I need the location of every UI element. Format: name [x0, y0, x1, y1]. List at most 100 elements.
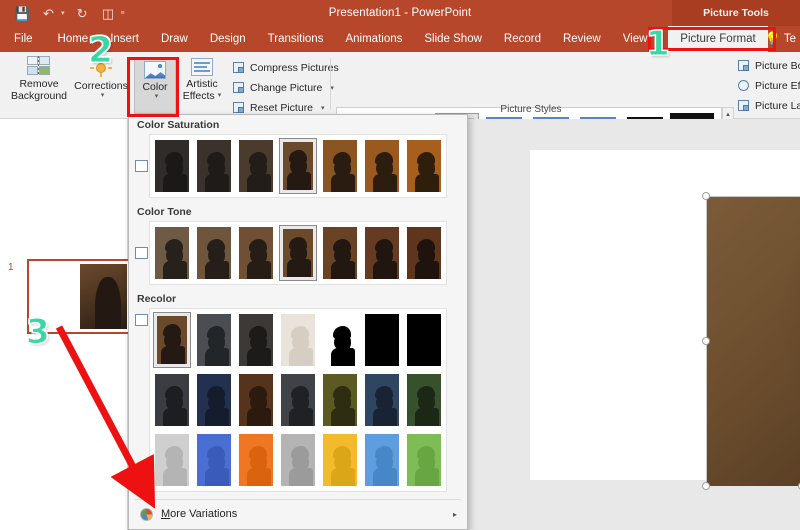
color-saturation-swatch[interactable] — [279, 138, 317, 194]
color-tone-swatch[interactable] — [363, 225, 401, 281]
color-saturation-rail — [133, 157, 149, 175]
customize-qat-caret-icon[interactable]: ≡ — [121, 10, 125, 17]
recolor-swatch-dark-gray-accent[interactable] — [153, 372, 191, 428]
color-tone-swatch[interactable] — [279, 225, 317, 281]
recolor-swatch-black-and-white[interactable] — [321, 312, 359, 368]
remove-background-icon — [27, 56, 51, 76]
menu-divider — [135, 499, 461, 500]
color-saturation-swatch[interactable] — [363, 138, 401, 194]
recolor-swatch-black-1[interactable] — [363, 312, 401, 368]
color-tone-swatch[interactable] — [405, 225, 443, 281]
recolor-rail — [133, 311, 149, 329]
selection-handle-bottom-left[interactable] — [702, 482, 710, 490]
tab-file[interactable]: File — [0, 26, 47, 52]
recolor-rail-icon — [134, 314, 148, 326]
recolor-strip — [129, 308, 467, 496]
recolor-swatch-grayscale[interactable] — [195, 312, 233, 368]
selection-handle-middle-left[interactable] — [702, 337, 710, 345]
color-saturation-swatch[interactable] — [237, 138, 275, 194]
artistic-effects-button[interactable]: Artistic Effects ▾ — [176, 58, 228, 102]
compress-pictures-label: Compress Pictures — [250, 61, 339, 74]
palette-icon — [135, 506, 157, 522]
recolor-swatch-dark-orange-accent[interactable] — [237, 372, 275, 428]
recolor-swatch-light-gray-accent[interactable] — [153, 432, 191, 488]
color-tone-swatch[interactable] — [195, 225, 233, 281]
picture-border-icon — [737, 59, 750, 72]
title-bar: Presentation1 - PowerPoint Picture Tools… — [0, 0, 800, 26]
reset-picture-caret-icon[interactable]: ▾ — [321, 104, 325, 112]
recolor-swatches — [149, 308, 447, 492]
picture-layout-label: Picture Lay — [755, 99, 800, 112]
menu-item-more-variations[interactable]: More Variations ▸ — [129, 503, 467, 525]
tab-review[interactable]: Review — [552, 26, 612, 52]
contextual-tools-label: Picture Tools — [672, 0, 800, 26]
recolor-title: Recolor — [137, 293, 177, 305]
recolor-swatch-black-2[interactable] — [405, 312, 443, 368]
recolor-swatch-light-blue-accent[interactable] — [195, 432, 233, 488]
recolor-swatch-light-green-accent[interactable] — [405, 432, 443, 488]
menu-item-set-transparent-color[interactable]: Set Transparent Color — [129, 525, 467, 530]
picture-effects-button[interactable]: Picture Eff — [737, 79, 800, 92]
slide-thumbnail-picture — [80, 264, 127, 329]
recolor-swatch-dark-green-accent[interactable] — [405, 372, 443, 428]
color-tone-swatch[interactable] — [321, 225, 359, 281]
change-picture-icon — [232, 81, 245, 94]
color-saturation-swatch[interactable] — [195, 138, 233, 194]
color-dropdown-menu[interactable]: Color Saturation Color Tone Recolor More… — [128, 114, 468, 530]
recolor-swatch-washout[interactable] — [279, 312, 317, 368]
remove-background-label-line1: Remove — [19, 78, 59, 90]
artistic-effects-label-line2: Effects — [182, 90, 215, 103]
selected-picture[interactable] — [706, 196, 800, 486]
tab-draw[interactable]: Draw — [150, 26, 199, 52]
tell-me-label[interactable]: Te — [784, 33, 800, 45]
recolor-swatch-light-gray2-accent[interactable] — [279, 432, 317, 488]
reset-picture-button[interactable]: Reset Picture ▾ — [232, 101, 325, 114]
tab-animations[interactable]: Animations — [334, 26, 413, 52]
picture-border-button[interactable]: Picture Bo — [737, 59, 800, 72]
redo-icon[interactable]: ↻ — [74, 5, 91, 22]
corrections-caret-icon[interactable]: ▾ — [101, 92, 105, 100]
tab-slide-show[interactable]: Slide Show — [413, 26, 493, 52]
color-saturation-swatch[interactable] — [153, 138, 191, 194]
color-tone-rail-icon — [134, 247, 148, 259]
recolor-swatch-light-steel-accent[interactable] — [363, 432, 401, 488]
recolor-swatch-dark-blue-accent[interactable] — [195, 372, 233, 428]
color-tone-swatch[interactable] — [153, 225, 191, 281]
artistic-effects-icon — [191, 58, 213, 76]
recolor-swatch-dark-gray2-accent[interactable] — [279, 372, 317, 428]
undo-dropdown-caret-icon[interactable]: ▾ — [61, 9, 65, 17]
reset-picture-icon — [232, 101, 245, 114]
recolor-swatch-sepia-dark[interactable] — [237, 312, 275, 368]
color-tone-swatch[interactable] — [237, 225, 275, 281]
tab-transitions[interactable]: Transitions — [257, 26, 335, 52]
annotation-number-3: 3 — [26, 312, 51, 352]
recolor-swatch-no-recolor[interactable] — [153, 312, 191, 368]
slide-thumbnail-pane[interactable]: 1 — [0, 119, 131, 530]
save-icon[interactable]: 💾 — [14, 5, 31, 22]
undo-icon[interactable]: ↶ — [40, 5, 57, 22]
tab-record[interactable]: Record — [493, 26, 552, 52]
compress-pictures-button[interactable]: Compress Pictures — [232, 61, 339, 74]
tab-design[interactable]: Design — [199, 26, 257, 52]
change-picture-label: Change Picture — [250, 81, 323, 94]
recolor-swatch-light-orange-accent[interactable] — [237, 432, 275, 488]
color-saturation-swatch[interactable] — [321, 138, 359, 194]
color-saturation-swatch[interactable] — [405, 138, 443, 194]
selection-handle-top-left[interactable] — [702, 192, 710, 200]
recolor-swatch-light-gold-accent[interactable] — [321, 432, 359, 488]
picture-effects-label: Picture Eff — [755, 79, 800, 92]
artistic-effects-caret-icon[interactable]: ▾ — [218, 92, 222, 100]
recolor-row — [153, 312, 443, 368]
compress-pictures-icon — [232, 61, 245, 74]
recolor-swatch-dark-steel-accent[interactable] — [363, 372, 401, 428]
color-tone-swatches — [149, 221, 447, 285]
annotation-number-2: 2 — [87, 30, 114, 71]
recolor-swatch-dark-gold-accent[interactable] — [321, 372, 359, 428]
quick-access-toolbar: 💾 ↶ ▾ ↻ ◫ ≡ — [14, 0, 125, 26]
remove-background-button[interactable]: Remove Background — [6, 56, 72, 102]
corrections-label: Corrections — [74, 80, 128, 92]
picture-layout-button[interactable]: Picture Lay — [737, 99, 800, 112]
change-picture-button[interactable]: Change Picture ▾ — [232, 81, 334, 94]
slide-surface[interactable]: ↻ — [530, 150, 800, 490]
start-presentation-icon[interactable]: ◫ — [100, 5, 117, 22]
